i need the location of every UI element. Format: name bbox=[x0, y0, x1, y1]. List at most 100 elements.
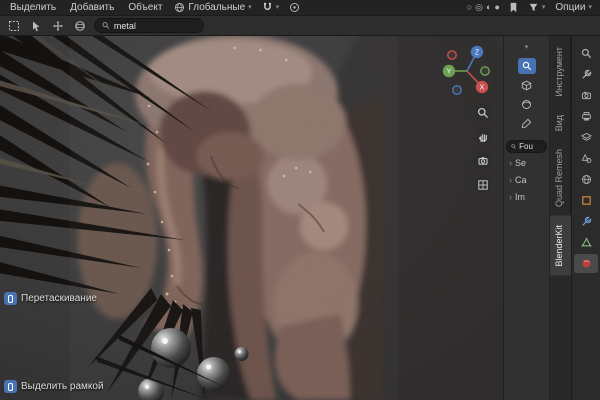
chevron-down-icon: ▾ bbox=[524, 43, 529, 51]
menu-object[interactable]: Объект bbox=[122, 1, 168, 14]
asset-brush-button[interactable] bbox=[518, 115, 536, 131]
panel-search[interactable] bbox=[506, 140, 547, 153]
sculpture-render bbox=[0, 36, 503, 400]
asset-model-button[interactable] bbox=[518, 77, 536, 93]
camera-view-button[interactable] bbox=[474, 152, 491, 169]
axis-y-label: Y bbox=[447, 69, 452, 76]
section-search[interactable]: › Se bbox=[506, 156, 547, 170]
properties-tab-render[interactable] bbox=[574, 86, 598, 105]
menu-add[interactable]: Добавить bbox=[64, 1, 120, 14]
select-box-tool-button[interactable] bbox=[6, 18, 22, 34]
shading-rendered-icon[interactable]: ● bbox=[494, 3, 499, 12]
chevron-down-icon: ▾ bbox=[248, 4, 252, 11]
orientation-dropdown[interactable]: Глобальные ▾ bbox=[170, 2, 255, 13]
axis-y-neg-ball[interactable] bbox=[480, 66, 490, 76]
proportional-edit-toggle[interactable] bbox=[285, 2, 304, 13]
viewport-nav-buttons bbox=[474, 104, 491, 193]
tool-settings-bar bbox=[0, 16, 600, 36]
viewport-3d[interactable]: Z Y X Перетаскивание Выделить рамкой bbox=[0, 36, 504, 400]
options-label: Опции bbox=[555, 2, 586, 13]
search-icon bbox=[511, 144, 516, 149]
object-square-icon bbox=[581, 196, 591, 205]
tab-tool[interactable]: Инструмент bbox=[550, 38, 571, 106]
select-box-icon bbox=[9, 20, 19, 31]
chevron-down-icon: ▾ bbox=[541, 4, 546, 11]
cursor-tool-button[interactable] bbox=[28, 18, 44, 34]
modifier-wrench-icon bbox=[581, 216, 591, 226]
blender-window: Выделить Добавить Объект Глобальные ▾ ▾ bbox=[0, 0, 600, 400]
properties-search-button[interactable] bbox=[574, 44, 598, 63]
mesh-data-icon bbox=[581, 237, 591, 247]
hint-box-select-label: Выделить рамкой bbox=[21, 381, 104, 392]
pan-button[interactable] bbox=[474, 128, 491, 145]
properties-tab-object[interactable] bbox=[574, 191, 598, 210]
properties-tab-material[interactable] bbox=[574, 254, 598, 273]
funnel-icon bbox=[529, 3, 538, 12]
asset-search-mode-button[interactable] bbox=[517, 58, 536, 74]
blenderkit-search[interactable] bbox=[94, 18, 204, 33]
cursor-arrow-icon bbox=[33, 21, 40, 31]
layers-icon bbox=[580, 132, 592, 141]
shading-mode-group: ○ ◎ ◐ ● bbox=[463, 3, 504, 12]
brush-icon bbox=[521, 118, 532, 128]
axis-x-neg-ball[interactable] bbox=[447, 50, 457, 60]
search-icon bbox=[581, 48, 591, 59]
sphere-icon bbox=[75, 20, 85, 31]
grid-toggle-button[interactable] bbox=[474, 176, 491, 193]
tab-quad-remesh[interactable]: Quad Remesh bbox=[550, 139, 571, 216]
shading-wireframe-icon[interactable]: ○ bbox=[467, 3, 472, 12]
globe-icon bbox=[175, 3, 185, 12]
properties-tab-world[interactable] bbox=[574, 170, 598, 189]
search-icon bbox=[522, 61, 531, 71]
panel-search-input[interactable] bbox=[519, 142, 542, 151]
filter-dropdown[interactable]: ▾ bbox=[524, 2, 550, 13]
mouse-lmb-icon bbox=[4, 380, 17, 393]
properties-tab-tool[interactable] bbox=[574, 65, 598, 84]
transform-sphere-button[interactable] bbox=[72, 18, 88, 34]
axis-x-label: X bbox=[480, 85, 485, 92]
shading-material-icon[interactable]: ◐ bbox=[486, 3, 491, 12]
annotation-flag-button[interactable] bbox=[506, 0, 522, 16]
nav-gizmo[interactable]: Z Y X bbox=[439, 41, 495, 97]
search-icon bbox=[102, 22, 110, 29]
flag-icon bbox=[511, 2, 517, 13]
zoom-icon bbox=[477, 107, 488, 118]
properties-tab-data[interactable] bbox=[574, 233, 598, 252]
asset-search-input[interactable] bbox=[113, 20, 196, 31]
grid-icon bbox=[477, 179, 488, 190]
axis-z-label: Z bbox=[475, 50, 480, 57]
collapse-button[interactable]: ▾ bbox=[518, 39, 536, 55]
scene-cone-icon bbox=[581, 153, 591, 163]
snap-toggle[interactable]: ▾ bbox=[258, 2, 284, 13]
material-ball-icon bbox=[581, 259, 591, 268]
hint-drag: Перетаскивание bbox=[4, 292, 97, 305]
axis-z-neg-ball[interactable] bbox=[452, 85, 462, 95]
asset-material-button[interactable] bbox=[518, 96, 536, 112]
mouse-lmb-icon bbox=[4, 292, 17, 305]
magnet-icon bbox=[263, 2, 271, 11]
properties-tab-scene[interactable] bbox=[574, 149, 598, 168]
tab-view[interactable]: Вид bbox=[550, 105, 571, 140]
chevron-right-icon: › bbox=[509, 192, 512, 202]
chevron-right-icon: › bbox=[509, 175, 512, 185]
menu-select[interactable]: Выделить bbox=[4, 1, 62, 14]
material-sphere-icon bbox=[522, 99, 531, 109]
section-categories[interactable]: › Ca bbox=[506, 173, 547, 187]
properties-tab-view-layer[interactable] bbox=[574, 128, 598, 147]
sidebar-tabs: Инструмент Вид Quad Remesh BlenderKit bbox=[550, 36, 572, 400]
shading-solid-icon[interactable]: ◎ bbox=[475, 3, 483, 12]
camera-view-icon bbox=[477, 156, 488, 165]
section-label: Im bbox=[515, 192, 525, 202]
properties-tab-strip bbox=[572, 36, 600, 400]
orientation-label: Глобальные bbox=[188, 2, 246, 13]
cube-icon bbox=[521, 80, 532, 90]
tab-blenderkit[interactable]: BlenderKit bbox=[550, 215, 571, 276]
zoom-button[interactable] bbox=[474, 104, 491, 121]
options-dropdown[interactable]: Опции ▾ bbox=[551, 2, 596, 13]
section-import[interactable]: › Im bbox=[506, 190, 547, 204]
section-label: Se bbox=[515, 158, 527, 168]
properties-tab-output[interactable] bbox=[574, 107, 598, 126]
proportional-circle-icon bbox=[290, 3, 300, 12]
properties-tab-modifiers[interactable] bbox=[574, 212, 598, 231]
move-tool-button[interactable] bbox=[50, 18, 66, 34]
